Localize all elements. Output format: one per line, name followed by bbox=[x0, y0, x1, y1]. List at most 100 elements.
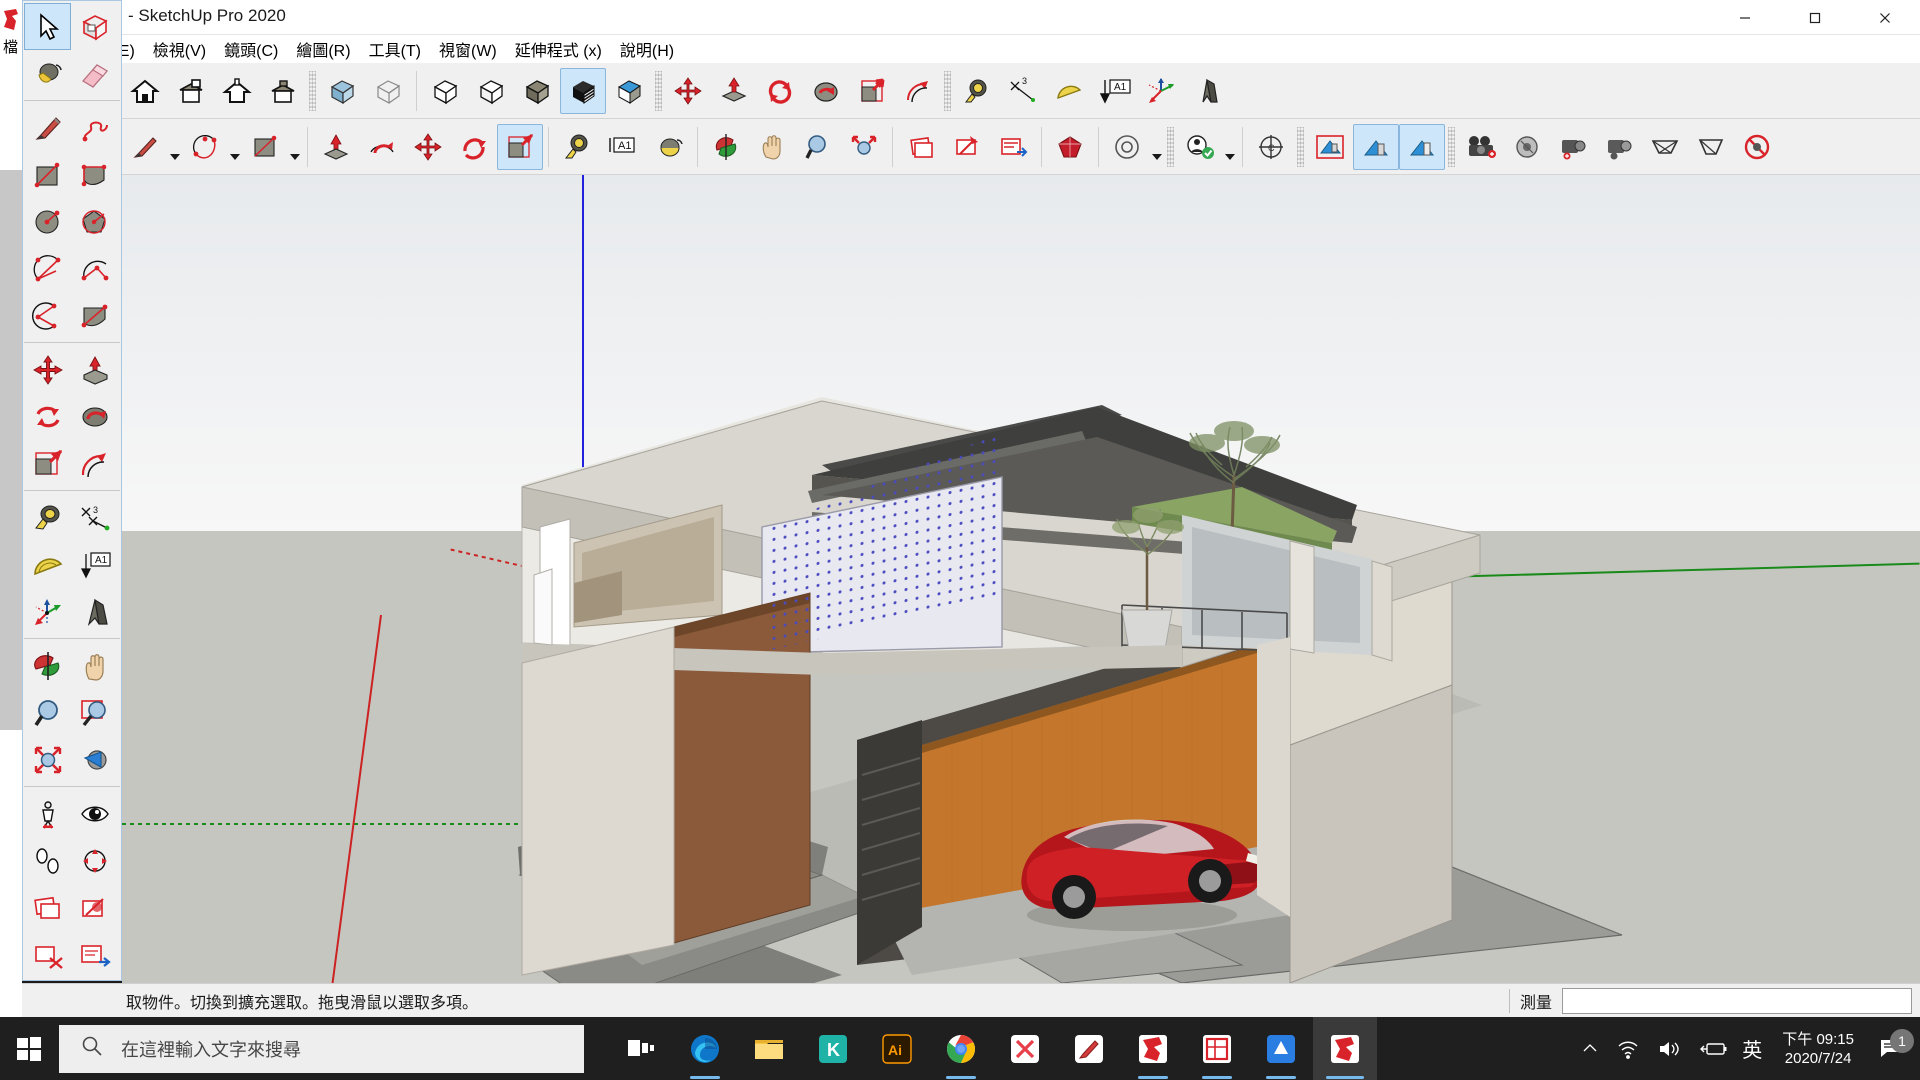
tool-line-icon[interactable] bbox=[122, 124, 168, 170]
lt-offset-icon[interactable] bbox=[71, 440, 118, 487]
tool2-account-icon[interactable] bbox=[1177, 124, 1223, 170]
lt-zoom-window-icon[interactable] bbox=[71, 689, 118, 736]
toolbar-grip-6[interactable] bbox=[1448, 126, 1455, 167]
tool2-orbit-icon[interactable] bbox=[703, 124, 749, 170]
tool-protractor-icon[interactable] bbox=[1046, 68, 1092, 114]
lt-pan-icon[interactable] bbox=[71, 642, 118, 689]
lt-rotate-icon[interactable] bbox=[24, 393, 71, 440]
lt-make-component-icon[interactable] bbox=[71, 3, 118, 50]
lt-zoom-icon[interactable] bbox=[24, 689, 71, 736]
tool-text-label-icon[interactable]: A1 bbox=[1092, 68, 1138, 114]
toolbar-grip-3[interactable] bbox=[944, 70, 951, 111]
taskbar-clock[interactable]: 下午 09:15 2020/7/24 bbox=[1768, 1030, 1868, 1068]
lt-protractor-icon[interactable] bbox=[24, 541, 71, 588]
tool-house-outline-icon[interactable] bbox=[214, 68, 260, 114]
line-tool-dropdown[interactable] bbox=[168, 124, 182, 170]
maximize-button[interactable] bbox=[1780, 0, 1850, 35]
lt-pushpull-icon[interactable] bbox=[71, 346, 118, 393]
tool-dimension-icon[interactable]: 3 bbox=[1000, 68, 1046, 114]
lt-polygon-icon[interactable] bbox=[71, 198, 118, 245]
tool2-move-icon[interactable] bbox=[405, 124, 451, 170]
lt-scale-icon[interactable] bbox=[24, 440, 71, 487]
tool-scale-icon[interactable] bbox=[849, 68, 895, 114]
tool2-render-settings-icon[interactable] bbox=[1504, 124, 1550, 170]
rectangle-tool-dropdown[interactable] bbox=[288, 124, 302, 170]
taskbar-adobe-illustrator[interactable]: Ai bbox=[865, 1017, 929, 1080]
lt-scene-export-icon[interactable] bbox=[71, 931, 118, 978]
tool2-render-object-icon[interactable] bbox=[1596, 124, 1642, 170]
arc-tool-dropdown[interactable] bbox=[228, 124, 242, 170]
tray-network-button[interactable] bbox=[1608, 1039, 1648, 1059]
lt-paint-bucket-icon[interactable] bbox=[24, 50, 71, 97]
lt-previous-view-icon[interactable] bbox=[71, 736, 118, 783]
menu-extensions[interactable]: 延伸程式 (x) bbox=[506, 34, 611, 64]
taskbar-kmplayer[interactable]: K bbox=[801, 1017, 865, 1080]
tool2-zoom-extents-icon[interactable] bbox=[841, 124, 887, 170]
menu-window[interactable]: 視窗(W) bbox=[430, 34, 506, 64]
tool-rectangle-icon[interactable] bbox=[242, 124, 288, 170]
tool2-display-section-cuts-icon[interactable] bbox=[1399, 123, 1445, 170]
toolbar-grip[interactable] bbox=[309, 70, 316, 111]
tool2-scale-icon[interactable] bbox=[497, 123, 543, 170]
tool-axes-icon[interactable] bbox=[1138, 68, 1184, 114]
tool2-paint-bucket-icon[interactable] bbox=[646, 124, 692, 170]
taskbar-sketchup-active[interactable] bbox=[1313, 1017, 1377, 1080]
lt-section-plane-icon[interactable] bbox=[71, 837, 118, 884]
tool-hiddenline-style-icon[interactable] bbox=[422, 68, 468, 114]
lt-tape-measure-icon[interactable] bbox=[24, 494, 71, 541]
tool2-render-clipper-icon[interactable] bbox=[1688, 124, 1734, 170]
tool2-rotate-icon[interactable] bbox=[451, 124, 497, 170]
tool-shaded-style-icon[interactable] bbox=[468, 68, 514, 114]
lt-followme-icon[interactable] bbox=[71, 393, 118, 440]
menu-help[interactable]: 說明(H) bbox=[611, 34, 683, 64]
notification-center-button[interactable]: 1 bbox=[1868, 1028, 1920, 1061]
lt-walk-icon[interactable] bbox=[24, 837, 71, 884]
tool-offset-icon[interactable] bbox=[895, 68, 941, 114]
toolbar-grip-5[interactable] bbox=[1297, 126, 1304, 167]
modern-house-3d-model[interactable] bbox=[122, 175, 1920, 983]
tool-tape-measure-icon[interactable] bbox=[954, 68, 1000, 114]
lt-rotated-rectangle-icon[interactable] bbox=[71, 151, 118, 198]
tool2-display-section-planes-icon[interactable] bbox=[1353, 123, 1399, 170]
taskbar-snipping-tool[interactable] bbox=[1057, 1017, 1121, 1080]
taskbar-google-drive[interactable] bbox=[1249, 1017, 1313, 1080]
menu-draw[interactable]: 繪圖(R) bbox=[287, 34, 359, 64]
tool2-extension-warehouse-icon[interactable] bbox=[1104, 124, 1150, 170]
lt-bezier-icon[interactable] bbox=[71, 292, 118, 339]
tool-shaded-texture-style-icon[interactable] bbox=[514, 68, 560, 114]
tool2-tape-measure-icon[interactable] bbox=[554, 124, 600, 170]
toolbar-grip-4[interactable] bbox=[1167, 126, 1174, 167]
taskbar-microsoft-edge[interactable] bbox=[673, 1017, 737, 1080]
lt-arc-3point-icon[interactable] bbox=[71, 245, 118, 292]
tool2-render-camera-icon[interactable] bbox=[1458, 124, 1504, 170]
minimize-button[interactable] bbox=[1710, 0, 1780, 35]
lt-text-label-icon[interactable]: A1 bbox=[71, 541, 118, 588]
account-dropdown[interactable] bbox=[1223, 124, 1237, 170]
menu-camera[interactable]: 鏡頭(C) bbox=[215, 34, 287, 64]
tool2-render-proxy-icon[interactable] bbox=[1642, 124, 1688, 170]
lt-pencil-line-icon[interactable] bbox=[24, 104, 71, 151]
lt-scene-add-icon[interactable] bbox=[24, 884, 71, 931]
lt-orbit-icon[interactable] bbox=[24, 642, 71, 689]
lt-position-camera-icon[interactable] bbox=[24, 790, 71, 837]
tool-back-edges-style-icon[interactable] bbox=[606, 68, 652, 114]
menu-view[interactable]: 檢視(V) bbox=[144, 34, 215, 64]
tool2-scene-export-icon[interactable] bbox=[990, 124, 1036, 170]
tray-battery-button[interactable] bbox=[1690, 1040, 1736, 1058]
tool-pushpull-icon[interactable] bbox=[711, 68, 757, 114]
lt-dimension-icon[interactable]: 3 bbox=[71, 494, 118, 541]
lt-scene-delete-icon[interactable] bbox=[24, 931, 71, 978]
tool-3d-text-icon[interactable] bbox=[1184, 68, 1230, 114]
menu-tools[interactable]: 工具(T) bbox=[360, 34, 430, 64]
tool-move-icon[interactable] bbox=[665, 68, 711, 114]
tool-house-filled-icon[interactable] bbox=[260, 68, 306, 114]
tool2-pan-icon[interactable] bbox=[749, 124, 795, 170]
lt-axes-icon[interactable] bbox=[24, 588, 71, 635]
tool-arc-icon[interactable] bbox=[182, 124, 228, 170]
tool-house-icon[interactable] bbox=[122, 68, 168, 114]
taskbar-file-explorer[interactable] bbox=[737, 1017, 801, 1080]
tool-followme-icon[interactable] bbox=[803, 68, 849, 114]
tray-language-indicator[interactable]: 英 bbox=[1736, 1034, 1768, 1063]
tool2-followme-icon[interactable] bbox=[359, 124, 405, 170]
lt-look-around-icon[interactable] bbox=[71, 790, 118, 837]
